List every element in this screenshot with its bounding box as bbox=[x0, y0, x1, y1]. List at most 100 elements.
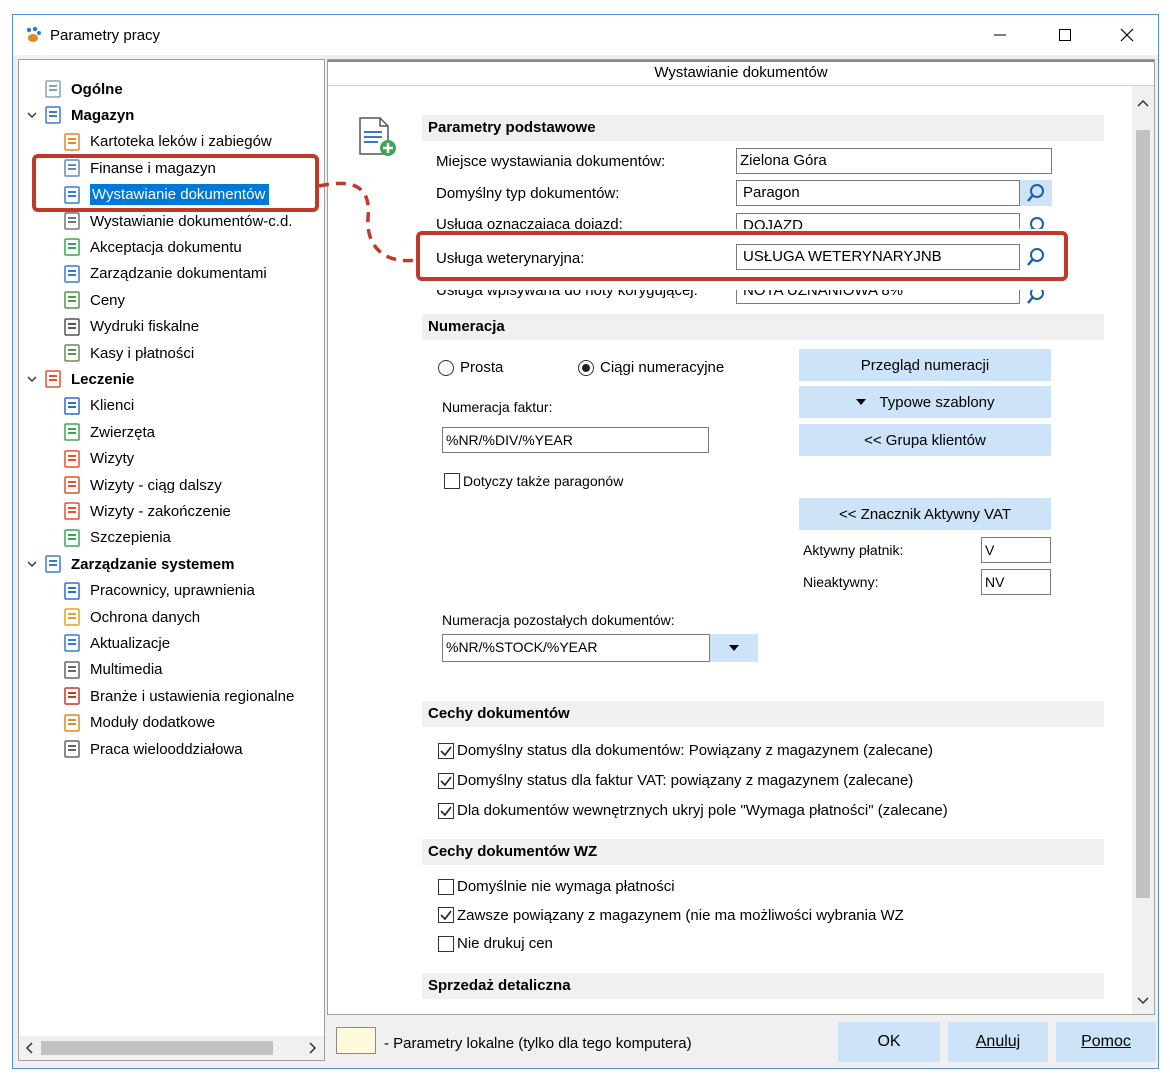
tree-item[interactable]: Ochrona danych bbox=[62, 604, 200, 630]
tree-item-label: Zwierzęta bbox=[90, 423, 156, 441]
checkbox-row[interactable]: Domyślny status dla faktur VAT: powiązan… bbox=[438, 772, 913, 789]
tree-item-label: Wystawianie dokumentów bbox=[90, 184, 270, 206]
tree-item[interactable]: Wystawianie dokumentów-c.d. bbox=[62, 208, 292, 234]
typical-templates-button[interactable]: Typowe szablony bbox=[799, 386, 1051, 418]
correction-label: Usługa wpisywana do noty korygującej: bbox=[436, 290, 698, 299]
vet-service-input[interactable]: USŁUGA WETERYNARYJNB bbox=[736, 244, 1020, 270]
tree-item[interactable]: Wydruki fiskalne bbox=[62, 314, 199, 340]
scroll-thumb[interactable] bbox=[1136, 130, 1150, 898]
scroll-left-icon[interactable] bbox=[24, 1040, 36, 1056]
active-payer-input[interactable]: V bbox=[981, 537, 1051, 563]
inactive-label: Nieaktywny: bbox=[803, 574, 879, 590]
doc-type-lookup-button[interactable] bbox=[1020, 180, 1052, 206]
tree-item-label: Praca wielooddziałowa bbox=[90, 740, 243, 758]
local-param-swatch bbox=[336, 1027, 376, 1054]
chevron-down-icon[interactable] bbox=[27, 374, 37, 384]
tree-group[interactable]: Ogólne bbox=[43, 76, 123, 102]
checkbox-row[interactable]: Dla dokumentów wewnętrznych ukryj pole "… bbox=[438, 802, 948, 819]
users-icon bbox=[64, 581, 80, 600]
receipts-checkbox[interactable] bbox=[444, 473, 460, 489]
radio-simple-dot[interactable] bbox=[438, 359, 454, 376]
tree-item-label: Zarządzanie systemem bbox=[71, 555, 235, 573]
tree-item[interactable]: Szczepienia bbox=[62, 525, 171, 551]
review-numbering-button[interactable]: Przegląd numeracji bbox=[799, 349, 1051, 381]
checkmark-icon bbox=[440, 910, 452, 921]
tree-item[interactable]: Aktualizacje bbox=[62, 630, 170, 656]
doc-type-input[interactable]: Paragon bbox=[736, 180, 1020, 206]
tree-item[interactable]: Wizyty - zakończenie bbox=[62, 498, 231, 524]
close-button[interactable] bbox=[1096, 15, 1158, 55]
tree-item[interactable]: Praca wielooddziałowa bbox=[62, 736, 243, 762]
checkbox[interactable] bbox=[438, 742, 454, 759]
minimize-button[interactable] bbox=[969, 15, 1031, 55]
chevron-down-icon[interactable] bbox=[27, 559, 37, 569]
tree-item-label: Magazyn bbox=[71, 106, 135, 124]
vet-service-lookup-button[interactable] bbox=[1020, 244, 1052, 270]
document-add-icon bbox=[359, 117, 396, 156]
other-numbering-input[interactable]: %NR/%STOCK/%YEAR bbox=[442, 634, 710, 662]
checkbox[interactable] bbox=[438, 907, 454, 923]
inactive-input[interactable]: NV bbox=[981, 569, 1051, 595]
checkbox-label: Domyślnie nie wymaga płatności bbox=[457, 878, 675, 895]
checkbox[interactable] bbox=[438, 802, 454, 819]
place-input[interactable]: Zielona Góra bbox=[736, 148, 1052, 174]
tree-item[interactable]: Multimedia bbox=[62, 657, 163, 683]
tree-group[interactable]: Leczenie bbox=[43, 366, 134, 392]
checkbox-row[interactable]: Domyślny status dla dokumentów: Powiązan… bbox=[438, 742, 933, 759]
tree-item[interactable]: Wizyty bbox=[62, 446, 134, 472]
tree-item[interactable]: Zarządzanie dokumentami bbox=[62, 261, 267, 287]
tree-item[interactable]: Finanse i magazyn bbox=[62, 155, 216, 181]
checkbox-row[interactable]: Nie drukuj cen bbox=[438, 935, 553, 952]
checkbox-row[interactable]: Zawsze powiązany z magazynem (nie ma moż… bbox=[438, 907, 904, 924]
other-numbering-dropdown-button[interactable] bbox=[710, 634, 758, 662]
chevron-down-icon[interactable] bbox=[27, 110, 37, 120]
tree-item[interactable]: Branże i ustawienia regionalne bbox=[62, 683, 294, 709]
tree-group[interactable]: Zarządzanie systemem bbox=[43, 551, 234, 577]
checkmark-icon bbox=[440, 776, 452, 786]
update-icon bbox=[64, 634, 80, 653]
tree-item[interactable]: Kasy i płatności bbox=[62, 340, 194, 366]
checkbox[interactable] bbox=[438, 878, 454, 895]
scroll-right-icon[interactable] bbox=[306, 1040, 318, 1056]
help-button[interactable]: Pomoc bbox=[1056, 1022, 1156, 1062]
vat-marker-button[interactable]: << Znacznik Aktywny VAT bbox=[799, 498, 1051, 530]
radio-sequences-dot[interactable] bbox=[578, 359, 594, 376]
ok-button[interactable]: OK bbox=[838, 1022, 940, 1062]
travel-lookup-button[interactable] bbox=[1020, 213, 1052, 229]
system-icon bbox=[45, 555, 61, 573]
scroll-thumb[interactable] bbox=[41, 1041, 273, 1055]
tree-item[interactable]: Ceny bbox=[62, 287, 125, 313]
tree-item[interactable]: Akceptacja dokumentu bbox=[62, 234, 242, 260]
cancel-button[interactable]: Anuluj bbox=[948, 1022, 1048, 1062]
receipts-checkbox-row[interactable]: Dotyczy także paragonów bbox=[444, 473, 623, 489]
checkbox[interactable] bbox=[438, 935, 454, 952]
travel-input[interactable]: DOJAZD bbox=[736, 213, 1020, 229]
tree-item[interactable]: Wizyty - ciąg dalszy bbox=[62, 472, 222, 498]
tree-item-label: Wydruki fiskalne bbox=[90, 318, 200, 336]
tree-item[interactable]: Klienci bbox=[62, 393, 134, 419]
scroll-up-icon[interactable] bbox=[1132, 92, 1154, 114]
horizontal-scrollbar[interactable] bbox=[19, 1036, 324, 1060]
tree-item[interactable]: Pracownicy, uprawnienia bbox=[62, 578, 255, 604]
money-icon bbox=[64, 291, 80, 309]
client-group-button[interactable]: << Grupa klientów bbox=[799, 424, 1051, 456]
search-icon bbox=[1027, 290, 1044, 304]
vertical-scrollbar[interactable] bbox=[1132, 86, 1154, 1014]
tree-item[interactable]: Zwierzęta bbox=[62, 419, 155, 445]
radio-simple[interactable]: Prosta bbox=[438, 359, 503, 376]
tree-item[interactable]: Wystawianie dokumentów bbox=[62, 182, 270, 208]
tree-group[interactable]: Magazyn bbox=[43, 102, 134, 128]
person-icon bbox=[64, 397, 80, 415]
correction-lookup-button[interactable] bbox=[1020, 290, 1052, 308]
checkbox[interactable] bbox=[438, 772, 454, 789]
maximize-button[interactable] bbox=[1034, 15, 1096, 55]
radio-sequences[interactable]: Ciągi numeracyjne bbox=[578, 359, 724, 376]
tree-item[interactable]: Moduły dodatkowe bbox=[62, 710, 215, 736]
house-icon bbox=[64, 740, 80, 758]
checkbox-row[interactable]: Domyślnie nie wymaga płatności bbox=[438, 878, 675, 895]
tree-item[interactable]: Kartoteka leków i zabiegów bbox=[62, 129, 272, 155]
correction-input[interactable]: NOTA UZNANIOWA 8% bbox=[736, 290, 1020, 304]
active-payer-label: Aktywny płatnik: bbox=[803, 542, 904, 558]
scroll-down-icon[interactable] bbox=[1132, 990, 1154, 1012]
invoice-numbering-input[interactable]: %NR/%DIV/%YEAR bbox=[442, 427, 709, 453]
